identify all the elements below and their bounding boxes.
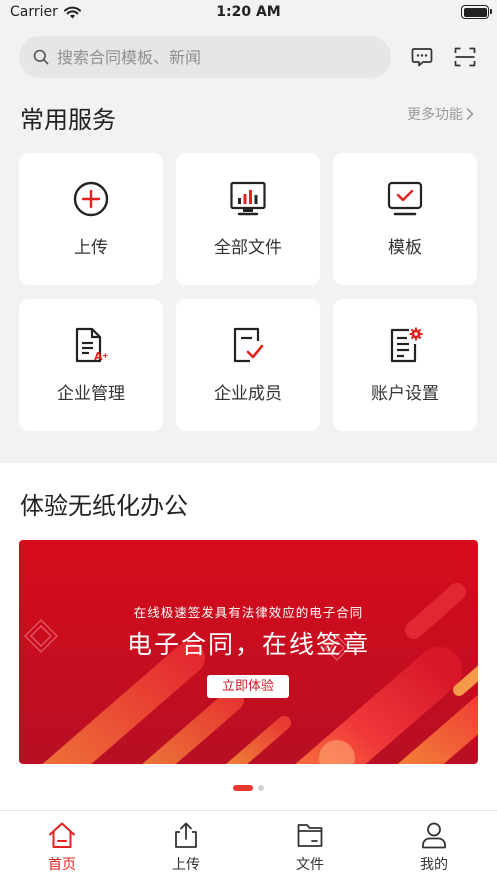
service-label: 账户设置	[371, 384, 439, 404]
user-icon	[422, 822, 446, 849]
tab-label: 首页	[48, 857, 76, 873]
banner-title: 电子合同，在线签章	[126, 630, 370, 659]
service-label: 全部文件	[214, 238, 282, 258]
service-enterprise-management[interactable]: A + 企业管理	[19, 299, 163, 431]
carousel-dot-active[interactable]	[233, 785, 253, 791]
more-features-label: 更多功能	[407, 107, 463, 123]
services-title: 常用服务	[20, 106, 116, 134]
document-grade-icon: A +	[75, 327, 109, 363]
plus-circle-icon	[73, 181, 109, 217]
chevron-right-icon	[466, 108, 474, 120]
promo-title: 体验无纸化办公	[20, 492, 188, 520]
upload-icon	[175, 822, 197, 848]
status-bar: Carrier 1:20 AM	[0, 0, 497, 26]
tab-bar: 首页 上传 文件 我的	[0, 810, 497, 883]
carousel-indicator	[0, 785, 497, 791]
message-icon[interactable]	[411, 46, 433, 68]
service-account-settings[interactable]: 账户设置	[333, 299, 477, 431]
try-now-button[interactable]: 立即体验	[207, 675, 289, 698]
monitor-check-icon	[387, 181, 423, 216]
document-check-icon	[233, 327, 264, 363]
tab-label: 文件	[296, 857, 324, 873]
tab-files[interactable]: 文件	[248, 811, 372, 883]
service-label: 企业成员	[214, 384, 282, 404]
search-bar[interactable]	[19, 36, 391, 78]
tab-mine[interactable]: 我的	[372, 811, 496, 883]
svg-text:+: +	[102, 351, 109, 360]
banner-subtitle: 在线极速签发具有法律效应的电子合同	[133, 605, 364, 620]
search-row	[19, 36, 479, 78]
service-upload[interactable]: 上传	[19, 153, 163, 285]
service-enterprise-members[interactable]: 企业成员	[176, 299, 320, 431]
more-features-link[interactable]: 更多功能	[407, 104, 475, 124]
scan-icon[interactable]	[454, 46, 476, 68]
service-label: 企业管理	[57, 384, 125, 404]
tab-label: 上传	[172, 857, 200, 873]
tab-label: 我的	[420, 857, 448, 873]
status-time: 1:20 AM	[216, 4, 281, 20]
service-all-files[interactable]: 全部文件	[176, 153, 320, 285]
monitor-chart-icon	[230, 181, 266, 216]
carousel-dot[interactable]	[258, 785, 264, 791]
folder-icon	[297, 824, 323, 847]
document-gear-icon	[390, 327, 423, 363]
service-label: 上传	[74, 238, 108, 258]
search-icon	[33, 49, 49, 65]
service-label: 模板	[388, 238, 422, 258]
service-template[interactable]: 模板	[333, 153, 477, 285]
home-icon	[49, 822, 75, 848]
tab-upload[interactable]: 上传	[124, 811, 248, 883]
tab-home[interactable]: 首页	[0, 811, 124, 883]
battery-icon	[461, 5, 492, 19]
search-input[interactable]	[57, 47, 367, 67]
